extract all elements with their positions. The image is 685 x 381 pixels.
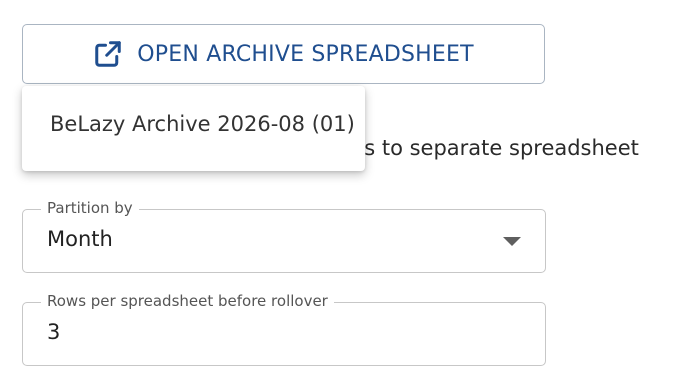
open-archive-spreadsheet-button[interactable]: OPEN ARCHIVE SPREADSHEET xyxy=(22,24,545,84)
partition-by-value: Month xyxy=(47,227,113,251)
rows-per-spreadsheet-input[interactable]: Rows per spreadsheet before rollover 3 xyxy=(22,292,546,366)
checkbox-label: ts to separate spreadsheet xyxy=(356,136,639,160)
archive-settings-panel: OPEN ARCHIVE SPREADSHEET ts to separate … xyxy=(0,0,685,381)
dropdown-arrow-icon xyxy=(503,237,521,246)
partition-by-select[interactable]: Partition by Month xyxy=(22,199,546,273)
archive-menu-popup: BeLazy Archive 2026-08 (01) xyxy=(22,86,365,171)
partition-by-label: Partition by xyxy=(41,199,139,217)
open-in-new-icon xyxy=(93,39,123,69)
rows-per-spreadsheet-value: 3 xyxy=(47,320,61,344)
rows-per-spreadsheet-label: Rows per spreadsheet before rollover xyxy=(41,292,334,310)
open-archive-button-label: OPEN ARCHIVE SPREADSHEET xyxy=(137,41,474,67)
menu-item-archive[interactable]: BeLazy Archive 2026-08 (01) xyxy=(50,112,355,136)
